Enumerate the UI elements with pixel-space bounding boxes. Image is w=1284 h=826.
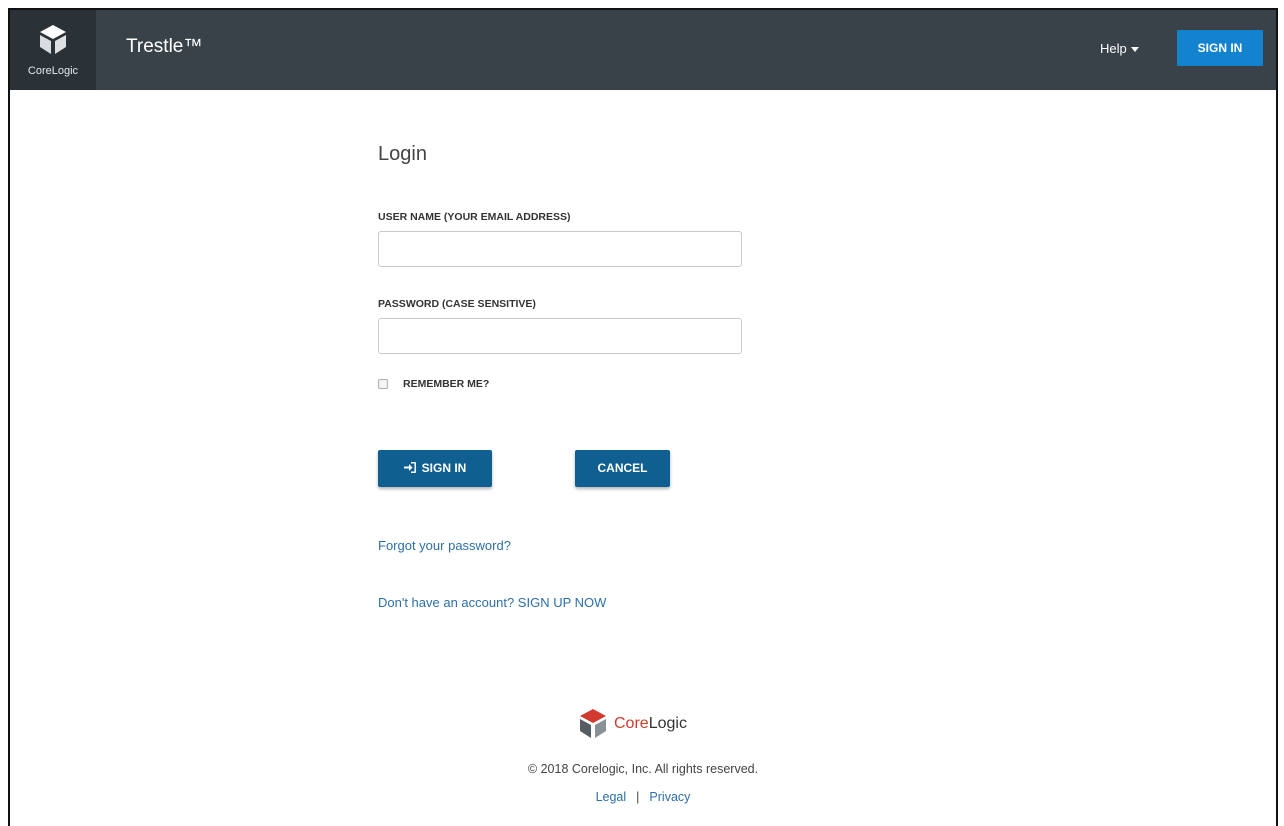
sign-in-button[interactable]: SIGN IN (378, 450, 492, 487)
top-nav-bar: CoreLogic Trestle™ Help SIGN IN (10, 10, 1276, 90)
username-input[interactable] (378, 231, 742, 267)
logo-logic-text: Logic (648, 715, 687, 732)
privacy-link[interactable]: Privacy (649, 790, 690, 804)
remember-me-label[interactable]: REMEMBER ME? (403, 378, 489, 390)
app-title: Trestle™ (126, 36, 203, 57)
header-sign-in-button[interactable]: SIGN IN (1177, 30, 1263, 66)
legal-separator: | (636, 790, 640, 804)
corelogic-logo-icon (580, 709, 606, 738)
footer-logo-text: CoreLogic (614, 715, 687, 733)
logo-core-text: Core (614, 715, 649, 732)
footer-logo: CoreLogic (578, 707, 687, 741)
password-input[interactable] (378, 318, 742, 354)
password-label: PASSWORD (CASE SENSITIVE) (378, 298, 536, 310)
forgot-password-link[interactable]: Forgot your password? (378, 538, 511, 553)
legal-links: Legal | Privacy (10, 790, 1276, 804)
copyright-text: © 2018 Corelogic, Inc. All rights reserv… (527, 762, 759, 776)
remember-me-row: REMEMBER ME? (378, 378, 489, 390)
page-frame: CoreLogic Trestle™ Help SIGN IN Login US… (8, 8, 1278, 826)
page-title: Login (378, 143, 427, 165)
username-label: USER NAME (YOUR EMAIL ADDRESS) (378, 211, 571, 223)
cancel-button[interactable]: CANCEL (575, 450, 670, 487)
legal-link[interactable]: Legal (596, 790, 627, 804)
remember-me-checkbox[interactable] (378, 379, 388, 389)
sign-in-icon (403, 462, 416, 474)
help-menu[interactable]: Help (1100, 41, 1139, 56)
help-label: Help (1100, 41, 1127, 56)
caret-down-icon (1130, 47, 1139, 53)
brand-text: CoreLogic (27, 65, 79, 77)
sign-in-label: SIGN IN (421, 461, 467, 475)
sign-up-link[interactable]: Don't have an account? SIGN UP NOW (378, 595, 606, 610)
corelogic-cube-icon (40, 25, 66, 54)
brand-logo[interactable]: CoreLogic (10, 10, 96, 90)
